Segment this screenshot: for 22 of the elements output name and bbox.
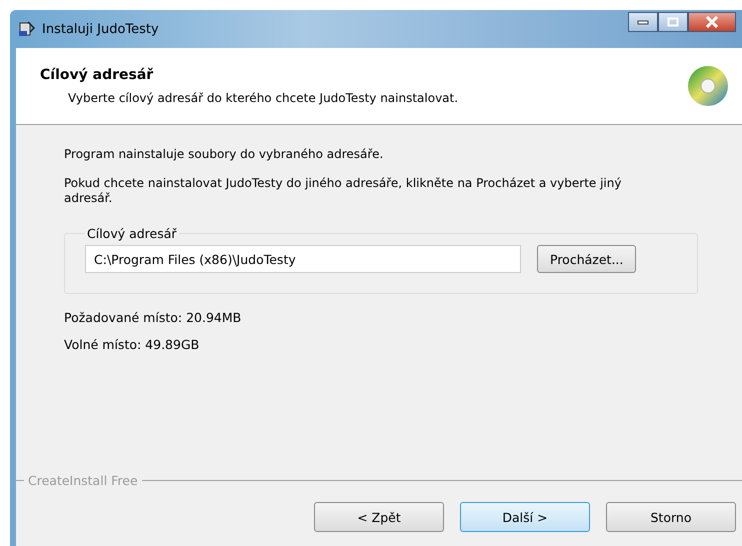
instruction-text: Pokud chcete nainstalovat JudoTesty do jiného adresáře, klikněte na Procházet a vyberte jiný adresář. <box>64 176 622 206</box>
brand-label: CreateInstall Free <box>28 473 138 488</box>
page-subtitle: Vyberte cílový adresář do kterého chcete JudoTesty nainstalovat. <box>67 91 460 105</box>
page-title: Cílový adresář <box>40 67 154 83</box>
instruction-text: Program nainstaluje soubory do vybraného adresáře. <box>64 147 384 162</box>
path-field[interactable]: C:\Program Files (x86)\JudoTesty <box>85 245 521 273</box>
maximize-icon <box>667 17 679 27</box>
space-text: Požadované místo: 20.94MB <box>64 310 242 325</box>
close-button[interactable] <box>688 12 736 32</box>
installer-icon <box>18 20 36 38</box>
minimize-button[interactable] <box>628 12 658 32</box>
wizard-button[interactable]: < Zpět <box>314 502 444 532</box>
window-title: Instaluji JudoTesty <box>42 22 159 36</box>
wizard-button[interactable]: Storno <box>606 502 736 532</box>
disc-icon <box>686 64 730 108</box>
maximize-button[interactable] <box>658 12 688 32</box>
browse-button[interactable]: Procházet... <box>537 245 636 273</box>
space-text: Volné místo: 49.89GB <box>64 337 200 352</box>
minimize-icon <box>637 19 649 25</box>
close-icon <box>705 16 719 28</box>
group-legend: Cílový adresář <box>85 226 179 241</box>
wizard-button[interactable]: Další > <box>460 502 590 532</box>
